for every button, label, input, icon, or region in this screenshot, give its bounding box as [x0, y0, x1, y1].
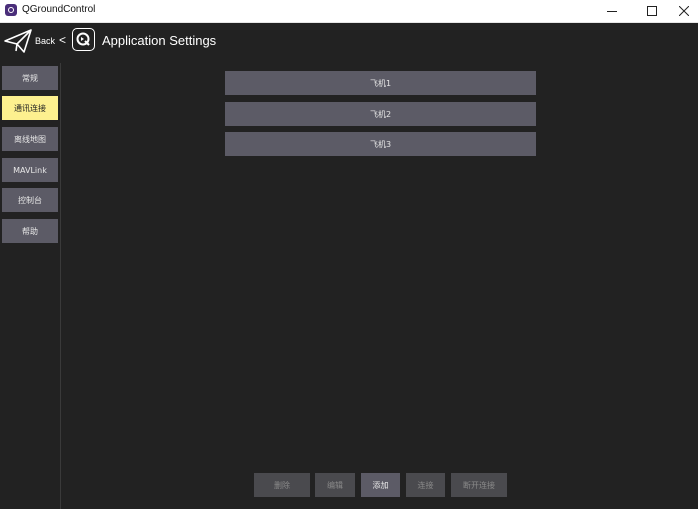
sidebar-item-comm-links[interactable]: 通讯连接 — [2, 96, 58, 120]
sidebar-divider — [60, 63, 61, 509]
close-button[interactable] — [666, 0, 698, 22]
paper-plane-icon — [4, 29, 32, 53]
settings-header: Back < Application Settings — [0, 22, 698, 62]
disconnect-button[interactable]: 断开连接 — [451, 473, 507, 497]
close-icon — [679, 6, 689, 16]
maximize-button[interactable] — [634, 0, 670, 22]
list-item[interactable]: 飞机1 — [225, 71, 536, 95]
window-title: QGroundControl — [22, 4, 96, 15]
page-title: Application Settings — [102, 33, 217, 48]
qgc-logo-icon — [72, 28, 95, 51]
sidebar-item-mavlink[interactable]: MAVLink — [2, 158, 58, 182]
maximize-icon — [647, 6, 657, 16]
minimize-button[interactable] — [594, 0, 630, 22]
sidebar-item-offline-maps[interactable]: 离线地图 — [2, 127, 58, 151]
connect-button[interactable]: 连接 — [406, 473, 445, 497]
sidebar-item-general[interactable]: 常规 — [2, 66, 58, 90]
delete-button[interactable]: 删除 — [254, 473, 310, 497]
sidebar-item-console[interactable]: 控制台 — [2, 188, 58, 212]
back-label[interactable]: Back — [35, 36, 55, 46]
edit-button[interactable]: 编辑 — [315, 473, 355, 497]
app-icon — [5, 4, 17, 16]
sidebar-item-help[interactable]: 帮助 — [2, 219, 58, 243]
minimize-icon — [607, 10, 617, 12]
back-chevron: < — [59, 33, 67, 47]
add-button[interactable]: 添加 — [361, 473, 400, 497]
window-titlebar: QGroundControl — [0, 0, 698, 23]
list-item[interactable]: 飞机2 — [225, 102, 536, 126]
back-button[interactable] — [4, 28, 32, 58]
list-item[interactable]: 飞机3 — [225, 132, 536, 156]
